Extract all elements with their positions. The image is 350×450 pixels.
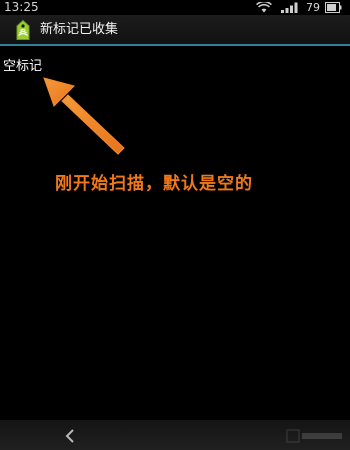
watermark — [286, 429, 342, 443]
battery-level: 79 — [306, 1, 320, 14]
tag-list: 空标记 刚开始扫描，默认是空的 — [0, 46, 350, 420]
annotation-text: 刚开始扫描，默认是空的 — [55, 174, 253, 194]
status-bar: 13:25 79 — [0, 0, 350, 15]
signal-icon — [281, 2, 298, 13]
wifi-icon — [256, 2, 272, 13]
annotation-arrow — [43, 77, 125, 155]
page-title: 新标记已收集 — [40, 22, 119, 37]
status-time: 13:25 — [4, 0, 39, 14]
back-icon — [65, 429, 74, 443]
battery-icon — [325, 2, 342, 13]
tag-icon — [16, 19, 30, 40]
back-button[interactable] — [55, 425, 85, 447]
